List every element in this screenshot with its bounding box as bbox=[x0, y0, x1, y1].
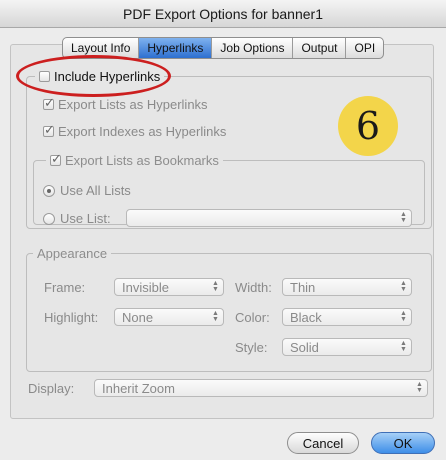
tab-opi[interactable]: OPI bbox=[346, 38, 383, 58]
bookmarks-checkbox[interactable]: ✓ bbox=[50, 151, 62, 166]
style-select[interactable]: Solid ▲ ▼ bbox=[282, 338, 412, 356]
width-select[interactable]: Thin ▲ ▼ bbox=[282, 278, 412, 296]
export-indexes-label: Export Indexes as Hyperlinks bbox=[58, 124, 227, 139]
frame-select[interactable]: Invisible ▲ ▼ bbox=[114, 278, 224, 296]
tab-output[interactable]: Output bbox=[293, 38, 347, 58]
up-down-stepper-icon: ▲ ▼ bbox=[400, 280, 407, 293]
step-number-badge: 6 bbox=[338, 96, 398, 156]
frame-label: Frame: bbox=[44, 280, 86, 295]
checkmark-icon: ✓ bbox=[51, 150, 62, 166]
use-list-select[interactable]: ▲ ▼ bbox=[126, 209, 412, 227]
use-all-lists-label: Use All Lists bbox=[60, 183, 131, 198]
display-label: Display: bbox=[28, 381, 75, 396]
radio-dot-icon bbox=[47, 188, 51, 193]
style-value: Solid bbox=[290, 340, 319, 355]
style-label: Style: bbox=[235, 340, 268, 355]
bookmarks-label: Export Lists as Bookmarks bbox=[65, 152, 219, 168]
up-down-stepper-icon: ▲ ▼ bbox=[212, 280, 219, 293]
appearance-legend: Appearance bbox=[33, 244, 112, 262]
color-select[interactable]: Black ▲ ▼ bbox=[282, 308, 412, 326]
highlight-label: Highlight: bbox=[44, 310, 99, 325]
color-label: Color: bbox=[235, 310, 270, 325]
width-label: Width: bbox=[235, 280, 272, 295]
frame-value: Invisible bbox=[122, 280, 169, 295]
tab-job-options[interactable]: Job Options bbox=[212, 38, 294, 58]
display-value: Inherit Zoom bbox=[102, 381, 175, 396]
use-all-lists-radio[interactable] bbox=[43, 184, 55, 197]
cancel-button[interactable]: Cancel bbox=[287, 432, 359, 454]
export-lists-label: Export Lists as Hyperlinks bbox=[58, 97, 208, 112]
title-bar: PDF Export Options for banner1 bbox=[0, 0, 446, 28]
highlight-select[interactable]: None ▲ ▼ bbox=[114, 308, 224, 326]
use-list-row: Use List: bbox=[43, 211, 111, 226]
use-list-label: Use List: bbox=[60, 211, 111, 226]
up-down-stepper-icon: ▲ ▼ bbox=[400, 310, 407, 323]
checkmark-icon: ✓ bbox=[44, 95, 55, 110]
use-all-lists-row: Use All Lists bbox=[43, 183, 131, 198]
display-select[interactable]: Inherit Zoom ▲ ▼ bbox=[94, 379, 428, 397]
tab-hyperlinks[interactable]: Hyperlinks bbox=[139, 38, 213, 58]
width-value: Thin bbox=[290, 280, 316, 295]
export-indexes-checkbox[interactable]: ✓ bbox=[43, 122, 55, 137]
highlight-value: None bbox=[122, 310, 154, 325]
up-down-stepper-icon: ▲ ▼ bbox=[416, 381, 423, 394]
ok-button[interactable]: OK bbox=[371, 432, 435, 454]
up-down-stepper-icon: ▲ ▼ bbox=[400, 340, 407, 353]
highlight-ellipse-annotation bbox=[16, 55, 171, 97]
checkmark-icon: ✓ bbox=[44, 122, 55, 137]
bookmarks-legend: ✓ Export Lists as Bookmarks bbox=[46, 151, 223, 169]
export-lists-checkbox[interactable]: ✓ bbox=[43, 95, 55, 110]
up-down-stepper-icon: ▲ ▼ bbox=[212, 310, 219, 323]
up-down-stepper-icon: ▲ ▼ bbox=[400, 211, 407, 224]
color-value: Black bbox=[290, 310, 322, 325]
use-list-radio[interactable] bbox=[43, 212, 55, 225]
export-indexes-row: ✓ Export Indexes as Hyperlinks bbox=[43, 122, 227, 139]
window-title: PDF Export Options for banner1 bbox=[123, 6, 323, 22]
export-lists-row: ✓ Export Lists as Hyperlinks bbox=[43, 95, 208, 112]
